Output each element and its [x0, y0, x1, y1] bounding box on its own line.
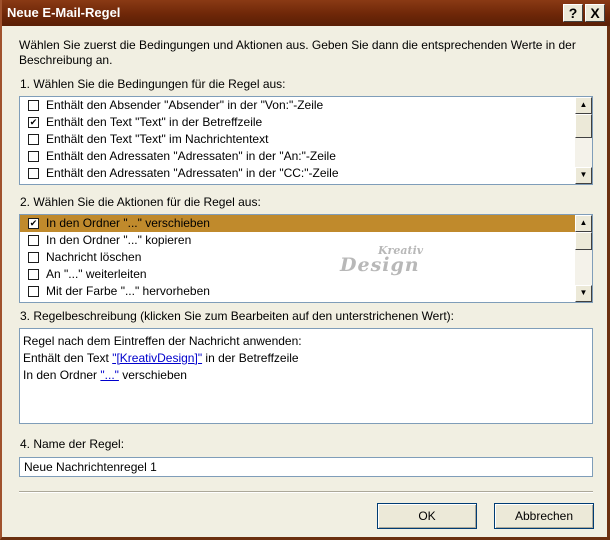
condition-item-label: Enthält den Text "Text" im Nachrichtente…	[46, 132, 269, 146]
actions-list[interactable]: ✔ In den Ordner "..." verschieben In den O…	[19, 214, 593, 303]
scroll-down-arrow-icon[interactable]: ▼	[575, 285, 592, 302]
checkbox-icon[interactable]	[28, 235, 39, 246]
condition-item[interactable]: Enthält den Adressaten "Adressaten" in d…	[20, 148, 575, 165]
condition-item[interactable]: Enthält den Text "Text" im Nachrichtente…	[20, 131, 575, 148]
condition-item-label: Enthält den Adressaten "Adressaten" in d…	[46, 166, 339, 180]
scroll-up-arrow-icon[interactable]: ▲	[575, 97, 592, 114]
description-line-3: In den Ordner "..." verschieben	[23, 368, 187, 382]
conditions-scrollbar[interactable]: ▲ ▼	[575, 97, 592, 184]
checkbox-icon[interactable]	[28, 100, 39, 111]
intro-text: Wählen Sie zuerst die Bedingungen und Ak…	[19, 38, 576, 67]
checkbox-checked-icon[interactable]: ✔	[28, 218, 39, 229]
action-item-label: An "..." weiterleiten	[46, 267, 147, 281]
rule-dialog: Neue E-Mail-Regel ? X Wählen Sie zuerst …	[0, 0, 610, 540]
folder-value-link[interactable]: "..."	[100, 368, 119, 382]
ok-button[interactable]: OK	[377, 503, 477, 529]
actions-label: 2. Wählen Sie die Aktionen für die Regel…	[20, 195, 261, 209]
actions-scrollbar[interactable]: ▲ ▼	[575, 215, 592, 302]
condition-item-label: Enthält den Absender "Absender" in der "…	[46, 98, 324, 112]
action-item-label: Mit der Farbe "..." hervorheben	[46, 284, 210, 298]
conditions-label: 1. Wählen Sie die Bedingungen für die Re…	[20, 77, 286, 91]
action-item[interactable]: Nachricht löschen	[20, 249, 575, 266]
action-item-label: In den Ordner "..." kopieren	[46, 233, 192, 247]
help-button[interactable]: ?	[563, 4, 583, 22]
rule-name-label: 4. Name der Regel:	[20, 437, 125, 451]
checkbox-icon[interactable]	[28, 269, 39, 280]
description-line-2: Enthält den Text "[KreativDesign]" in de…	[23, 351, 299, 365]
action-item-label: In den Ordner "..." verschieben	[46, 216, 210, 230]
checkbox-icon[interactable]	[28, 151, 39, 162]
checkbox-icon[interactable]	[28, 168, 39, 179]
action-item[interactable]: ✔ In den Ordner "..." verschieben	[20, 215, 575, 232]
title-bar[interactable]: Neue E-Mail-Regel ? X	[2, 0, 610, 26]
checkbox-icon[interactable]	[28, 286, 39, 297]
cancel-button[interactable]: Abbrechen	[494, 503, 594, 529]
description-label: 3. Regelbeschreibung (klicken Sie zum Be…	[20, 309, 455, 323]
condition-item-label: Enthält den Adressaten "Adressaten" in d…	[46, 149, 336, 163]
scroll-down-arrow-icon[interactable]: ▼	[575, 167, 592, 184]
checkbox-icon[interactable]	[28, 134, 39, 145]
description-line-1: Regel nach dem Eintreffen der Nachricht …	[23, 334, 302, 348]
dialog-title: Neue E-Mail-Regel	[7, 5, 121, 20]
action-item-label: Nachricht löschen	[46, 250, 142, 264]
separator	[19, 491, 593, 493]
conditions-list[interactable]: Enthält den Absender "Absender" in der "…	[19, 96, 593, 185]
checkbox-checked-icon[interactable]: ✔	[28, 117, 39, 128]
text-value-link[interactable]: "[KreativDesign]"	[112, 351, 202, 365]
action-item[interactable]: An "..." weiterleiten	[20, 266, 575, 283]
condition-item[interactable]: Enthält den Absender "Absender" in der "…	[20, 97, 575, 114]
scroll-thumb[interactable]	[575, 114, 592, 138]
checkbox-icon[interactable]	[28, 252, 39, 263]
action-item[interactable]: In den Ordner "..." kopieren	[20, 232, 575, 249]
rule-name-input[interactable]: Neue Nachrichtenregel 1	[19, 457, 593, 477]
condition-item[interactable]: ✔ Enthält den Text "Text" in der Betreffz…	[20, 114, 575, 131]
scroll-up-arrow-icon[interactable]: ▲	[575, 215, 592, 232]
rule-description-box: Regel nach dem Eintreffen der Nachricht …	[19, 328, 593, 424]
scroll-thumb[interactable]	[575, 232, 592, 250]
action-item[interactable]: Mit der Farbe "..." hervorheben	[20, 283, 575, 300]
condition-item-label: Enthält den Text "Text" in der Betreffze…	[46, 115, 263, 129]
close-button[interactable]: X	[585, 4, 605, 22]
condition-item[interactable]: Enthält den Adressaten "Adressaten" in d…	[20, 165, 575, 182]
